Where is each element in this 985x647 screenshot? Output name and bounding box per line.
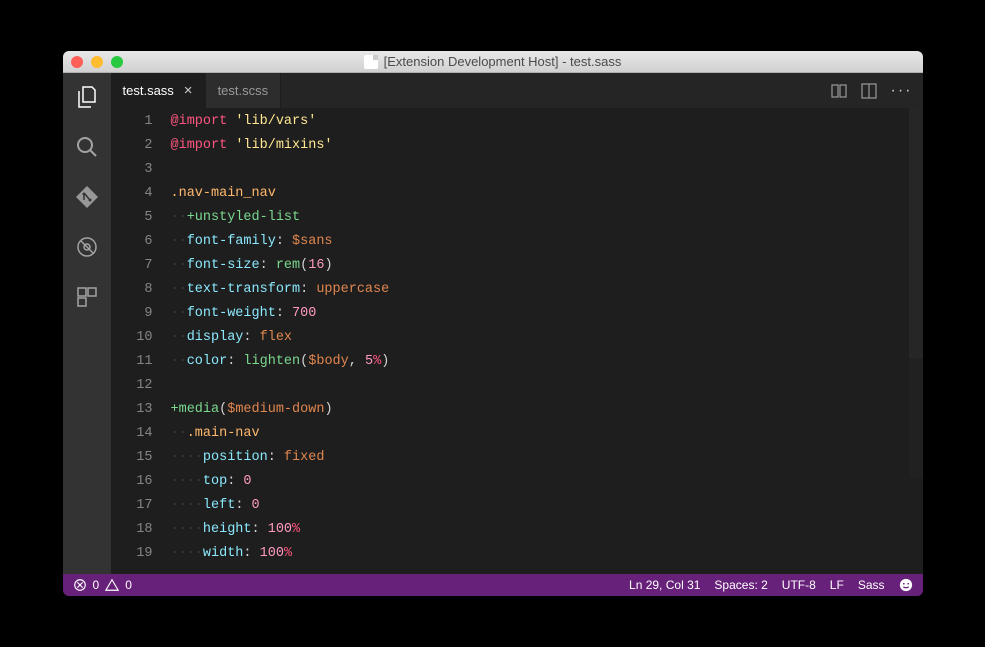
app-body: test.sass × test.scss ··· 12345678910111… bbox=[63, 73, 923, 574]
indent-info[interactable]: Spaces: 2 bbox=[714, 578, 767, 592]
error-count[interactable]: 0 bbox=[93, 578, 100, 592]
editor[interactable]: 12345678910111213141516171819 @import 'l… bbox=[111, 108, 923, 574]
status-bar: 0 0 Ln 29, Col 31 Spaces: 2 UTF-8 LF Sas… bbox=[63, 574, 923, 596]
activity-debug[interactable] bbox=[73, 233, 101, 261]
tab-actions: ··· bbox=[831, 73, 923, 108]
more-actions-icon[interactable]: ··· bbox=[891, 82, 913, 100]
minimap-track bbox=[909, 358, 923, 478]
encoding-info[interactable]: UTF-8 bbox=[782, 578, 816, 592]
extensions-icon bbox=[75, 285, 99, 309]
main-area: test.sass × test.scss ··· 12345678910111… bbox=[111, 73, 923, 574]
search-icon bbox=[75, 135, 99, 159]
minimap[interactable] bbox=[909, 108, 923, 574]
compare-changes-icon[interactable] bbox=[831, 83, 847, 99]
traffic-lights bbox=[63, 56, 123, 68]
language-mode[interactable]: Sass bbox=[858, 578, 885, 592]
git-icon bbox=[75, 185, 99, 209]
minimap-thumb[interactable] bbox=[909, 108, 923, 358]
tab-test-sass[interactable]: test.sass × bbox=[111, 73, 206, 108]
activity-bar bbox=[63, 73, 111, 574]
feedback-icon[interactable] bbox=[899, 578, 913, 592]
activity-extensions[interactable] bbox=[73, 283, 101, 311]
eol-info[interactable]: LF bbox=[830, 578, 844, 592]
file-icon bbox=[364, 55, 378, 69]
code-content[interactable]: @import 'lib/vars'@import 'lib/mixins' .… bbox=[171, 108, 909, 574]
activity-files[interactable] bbox=[73, 83, 101, 111]
status-right: Ln 29, Col 31 Spaces: 2 UTF-8 LF Sass bbox=[629, 578, 912, 592]
status-left: 0 0 bbox=[73, 578, 132, 592]
minimize-window-button[interactable] bbox=[91, 56, 103, 68]
line-gutter: 12345678910111213141516171819 bbox=[111, 108, 171, 574]
warning-count[interactable]: 0 bbox=[125, 578, 132, 592]
window-title-text: [Extension Development Host] - test.sass bbox=[384, 54, 622, 69]
tab-label: test.sass bbox=[123, 83, 174, 98]
warning-icon[interactable] bbox=[105, 578, 119, 592]
cursor-position[interactable]: Ln 29, Col 31 bbox=[629, 578, 700, 592]
activity-search[interactable] bbox=[73, 133, 101, 161]
app-window: [Extension Development Host] - test.sass bbox=[63, 51, 923, 596]
close-window-button[interactable] bbox=[71, 56, 83, 68]
tab-label: test.scss bbox=[218, 83, 269, 98]
split-editor-icon[interactable] bbox=[861, 83, 877, 99]
window-title: [Extension Development Host] - test.sass bbox=[63, 54, 923, 69]
titlebar: [Extension Development Host] - test.sass bbox=[63, 51, 923, 73]
error-icon[interactable] bbox=[73, 578, 87, 592]
activity-git[interactable] bbox=[73, 183, 101, 211]
close-icon[interactable]: × bbox=[184, 83, 193, 98]
tab-test-scss[interactable]: test.scss bbox=[206, 73, 282, 108]
tab-bar: test.sass × test.scss ··· bbox=[111, 73, 923, 108]
files-icon bbox=[75, 85, 99, 109]
debug-icon bbox=[75, 235, 99, 259]
maximize-window-button[interactable] bbox=[111, 56, 123, 68]
